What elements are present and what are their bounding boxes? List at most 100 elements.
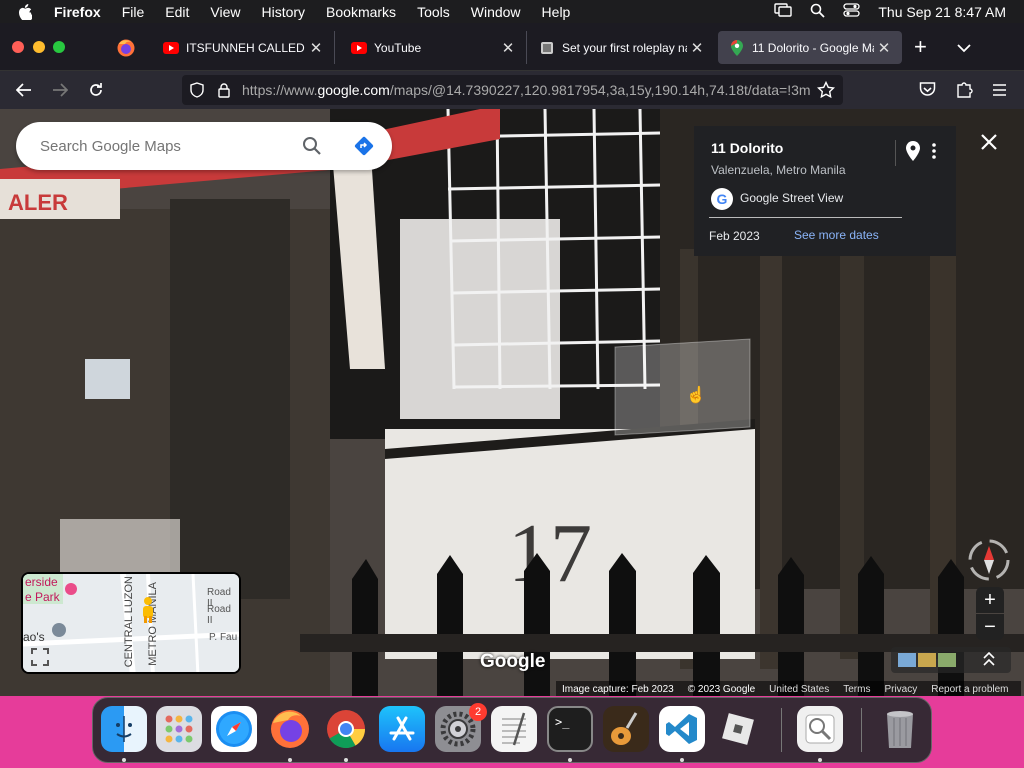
hamburger-menu-icon[interactable] <box>992 83 1007 101</box>
close-tab-icon[interactable]: ✕ <box>687 39 707 57</box>
zoom-in-button[interactable]: + <box>976 587 1004 613</box>
firefox-icon[interactable] <box>267 706 313 752</box>
spotlight-search-icon[interactable] <box>810 3 825 21</box>
lock-icon[interactable] <box>218 82 232 98</box>
location-pin-icon[interactable] <box>906 141 920 166</box>
tab-label: ITSFUNNEH CALLED ME <box>186 40 306 55</box>
tab-google-maps[interactable]: 11 Dolorito - Google Maps ✕ <box>718 31 902 64</box>
menu-help[interactable]: Help <box>542 4 571 20</box>
source-label[interactable]: Google Street View <box>740 191 843 205</box>
place-title[interactable]: 11 Dolorito <box>711 140 783 156</box>
directions-icon[interactable] <box>353 135 375 162</box>
menu-file[interactable]: File <box>122 4 145 20</box>
running-indicator <box>344 758 348 762</box>
reload-icon[interactable] <box>85 79 107 101</box>
close-window-button[interactable] <box>12 41 24 53</box>
region-link[interactable]: United States <box>769 684 829 695</box>
vscode-icon[interactable] <box>659 706 705 752</box>
extensions-icon[interactable] <box>955 80 973 103</box>
launchpad-icon[interactable] <box>156 706 202 752</box>
screen-mirroring-icon[interactable] <box>774 3 793 20</box>
tab-youtube[interactable]: YouTube ✕ <box>340 31 527 64</box>
trash-icon[interactable] <box>877 706 923 752</box>
see-more-dates-link[interactable]: See more dates <box>794 228 879 242</box>
menu-view[interactable]: View <box>210 4 240 20</box>
bookmark-star-icon[interactable] <box>816 80 836 104</box>
menu-clock[interactable]: Thu Sep 21 8:47 AM <box>878 4 1006 20</box>
zoom-out-button[interactable]: − <box>976 614 1004 640</box>
notification-badge: 2 <box>469 703 487 721</box>
tab-label: Set your first roleplay na <box>562 40 687 55</box>
youtube-icon <box>351 40 367 56</box>
terms-link[interactable]: Terms <box>843 684 870 695</box>
photo-thumbnail[interactable] <box>898 653 916 667</box>
chrome-icon[interactable] <box>323 706 369 752</box>
google-logo-icon: G <box>711 188 733 210</box>
url-path: /maps/@14.7390227,120.9817954,3a,15y,190… <box>389 82 811 98</box>
menu-bar: Firefox File Edit View History Bookmarks… <box>0 0 1024 23</box>
pegman-icon[interactable] <box>140 596 156 629</box>
close-street-view-button[interactable] <box>978 131 1000 158</box>
url-bar[interactable]: https://www.google.com/maps/@14.7390227,… <box>182 75 843 105</box>
garageband-icon[interactable] <box>603 706 649 752</box>
page-icon <box>539 40 555 56</box>
tab-itsfunneh[interactable]: ITSFUNNEH CALLED ME ✕ <box>152 31 335 64</box>
maximize-window-button[interactable] <box>53 41 65 53</box>
safari-icon[interactable] <box>211 706 257 752</box>
url-host: google.com <box>317 82 390 98</box>
menu-firefox[interactable]: Firefox <box>54 4 101 20</box>
pocket-icon[interactable] <box>919 81 936 102</box>
tracking-protection-icon[interactable] <box>190 82 206 98</box>
menu-tools[interactable]: Tools <box>417 4 450 20</box>
finder-icon[interactable] <box>101 706 147 752</box>
maps-search-box[interactable] <box>16 122 392 170</box>
search-icon[interactable] <box>302 136 322 161</box>
minimize-window-button[interactable] <box>33 41 45 53</box>
expand-map-icon[interactable] <box>31 648 49 671</box>
mini-map-label: CENTRAL LUZON <box>123 576 135 668</box>
mini-map[interactable]: erside e Park Road II Road II ao's P. Fa… <box>21 572 241 674</box>
tab-label: 11 Dolorito - Google Maps <box>752 40 874 55</box>
photos-strip-toggle[interactable] <box>891 647 1011 673</box>
new-tab-icon[interactable]: + <box>914 36 927 58</box>
control-center-icon[interactable] <box>843 3 861 20</box>
navigation-toolbar: https://www.google.com/maps/@14.7390227,… <box>0 71 1024 109</box>
menu-edit[interactable]: Edit <box>165 4 189 20</box>
compass-icon[interactable] <box>968 539 1010 581</box>
photo-thumbnail[interactable] <box>918 653 936 667</box>
terminal-icon[interactable]: >_ <box>547 706 593 752</box>
image-capture-label: Image capture: Feb 2023 <box>562 683 674 695</box>
close-tab-icon[interactable]: ✕ <box>306 39 326 57</box>
menu-history[interactable]: History <box>261 4 305 20</box>
preview-icon[interactable] <box>797 706 843 752</box>
capture-date: Feb 2023 <box>709 229 760 243</box>
roblox-icon[interactable] <box>715 706 761 752</box>
mini-map-label: e Park <box>25 590 60 604</box>
privacy-link[interactable]: Privacy <box>884 684 917 695</box>
list-all-tabs-icon[interactable] <box>956 40 972 53</box>
tab-label: YouTube <box>374 40 422 55</box>
menu-window[interactable]: Window <box>471 4 521 20</box>
report-problem-link[interactable]: Report a problem <box>931 684 1008 695</box>
tab-roleplay[interactable]: Set your first roleplay na ✕ <box>528 31 715 64</box>
url-prefix: https://www. <box>242 82 318 98</box>
close-tab-icon[interactable]: ✕ <box>874 39 894 57</box>
apple-icon[interactable] <box>18 3 38 20</box>
forward-icon[interactable] <box>49 79 71 101</box>
search-input[interactable] <box>40 137 290 155</box>
chevron-up-icon[interactable] <box>983 651 995 671</box>
close-tab-icon[interactable]: ✕ <box>498 39 518 57</box>
firefox-view-icon[interactable] <box>116 38 136 58</box>
photo-thumbnail[interactable] <box>938 653 956 667</box>
textedit-icon[interactable] <box>491 706 537 752</box>
street-view-panorama[interactable]: ALER 17 11 Dolorito Valenzuela, Metro Ma… <box>0 109 1024 696</box>
menu-bookmarks[interactable]: Bookmarks <box>326 4 396 20</box>
running-indicator <box>680 758 684 762</box>
dock: 2 >_ <box>92 697 932 763</box>
more-options-icon[interactable] <box>932 143 936 164</box>
back-icon[interactable] <box>13 79 35 101</box>
divider <box>709 217 902 218</box>
app-store-icon[interactable] <box>379 706 425 752</box>
url-text[interactable]: https://www.google.com/maps/@14.7390227,… <box>242 82 811 98</box>
maps-footer: Image capture: Feb 2023 © 2023 Google Un… <box>556 681 1021 696</box>
